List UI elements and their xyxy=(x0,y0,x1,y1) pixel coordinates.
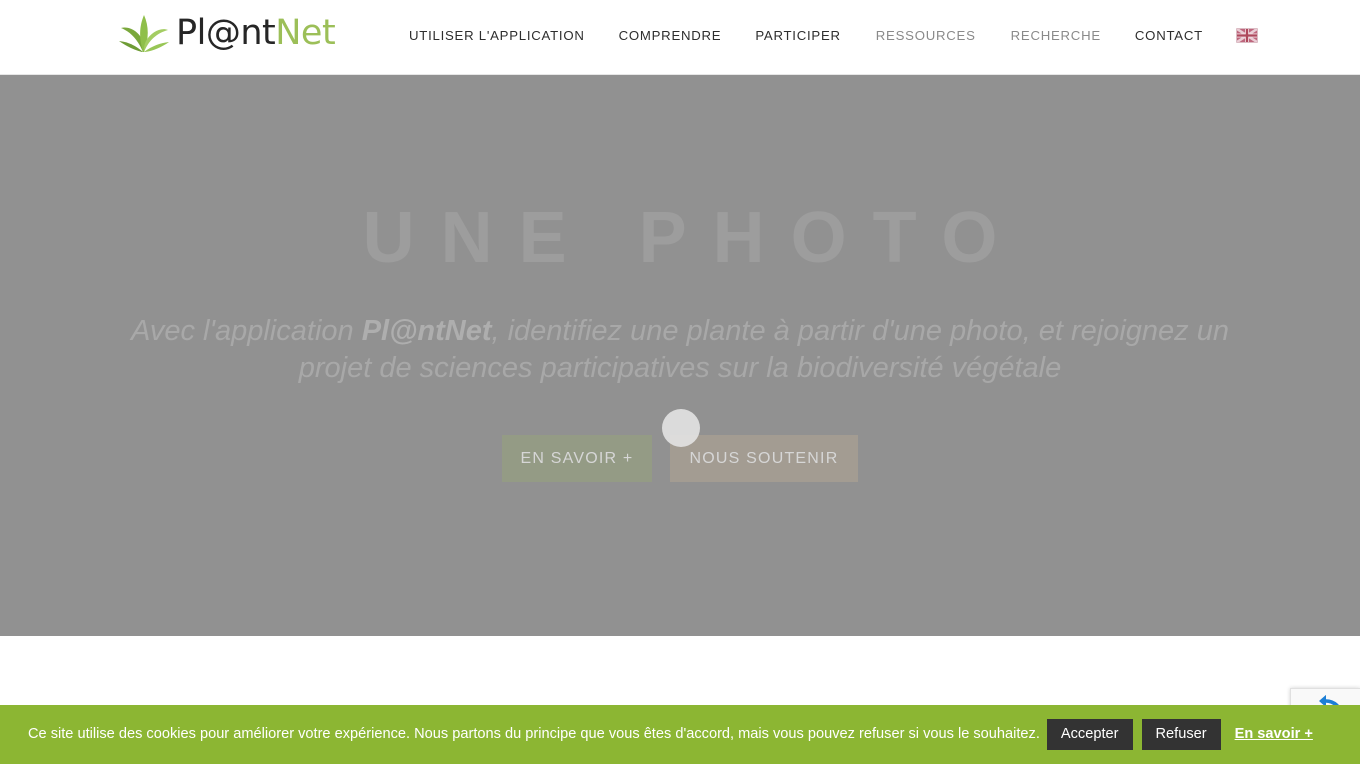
nav-item-recherche[interactable]: RECHERCHE xyxy=(1011,28,1101,43)
hero-subtitle-brand: Pl@ntNet xyxy=(361,315,492,347)
cookie-refuse-button[interactable]: Refuser xyxy=(1141,719,1221,750)
nav-item-comprendre[interactable]: COMPRENDRE xyxy=(619,28,722,43)
nav-item-participer[interactable]: PARTICIPER xyxy=(755,28,840,43)
en-savoir-plus-button[interactable]: EN SAVOIR + xyxy=(502,435,652,482)
loading-spinner xyxy=(662,409,700,447)
logo-text-dark: Pl@nt xyxy=(176,12,276,53)
hero-banner: UNE PHOTO Avec l'application Pl@ntNet, i… xyxy=(0,75,1360,636)
cookie-message: Ce site utilise des cookies pour amélior… xyxy=(28,726,1040,743)
logo-wordmark: Pl@ntNet xyxy=(176,12,336,53)
hero-title: UNE PHOTO xyxy=(362,198,1024,278)
site-logo[interactable]: Pl@ntNet xyxy=(118,12,336,53)
hero-subtitle: Avec l'application Pl@ntNet, identifiez … xyxy=(120,313,1240,387)
nav-item-contact[interactable]: CONTACT xyxy=(1135,28,1203,43)
nous-soutenir-button[interactable]: NOUS SOUTENIR xyxy=(670,435,858,482)
cookie-accept-button[interactable]: Accepter xyxy=(1046,719,1133,750)
nav-item-utiliser-lapplication[interactable]: UTILISER L'APPLICATION xyxy=(409,28,585,43)
nav-item-ressources[interactable]: RESSOURCES xyxy=(876,28,976,43)
uk-flag-icon[interactable] xyxy=(1235,28,1258,43)
cookie-learn-more-link[interactable]: En savoir + xyxy=(1235,726,1313,742)
hero-subtitle-prefix: Avec l'application xyxy=(131,315,362,347)
cookie-consent-banner: Ce site utilise des cookies pour amélior… xyxy=(0,705,1360,764)
site-header: Pl@ntNet UTILISER L'APPLICATION COMPREND… xyxy=(0,0,1360,75)
logo-text-green: Net xyxy=(275,12,336,53)
leaf-icon xyxy=(118,13,170,53)
cookie-actions: Accepter Refuser En savoir + xyxy=(1046,719,1313,750)
main-navigation: UTILISER L'APPLICATION COMPRENDRE PARTIC… xyxy=(409,28,1258,43)
